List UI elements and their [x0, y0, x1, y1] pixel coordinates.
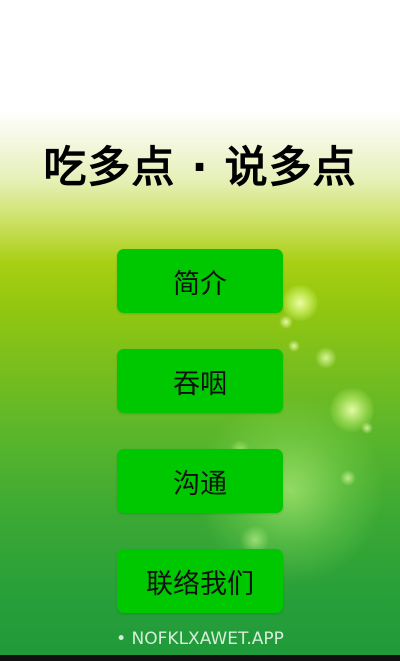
intro-button[interactable]: 简介	[117, 249, 283, 313]
swallowing-button[interactable]: 吞咽	[117, 349, 283, 413]
contact-us-button[interactable]: 联络我们	[117, 549, 283, 613]
bokeh-light	[279, 315, 293, 329]
bokeh-light	[282, 285, 318, 321]
bottom-edge-bar	[0, 655, 400, 661]
bokeh-light	[340, 470, 356, 486]
bokeh-light	[330, 388, 374, 432]
app-screen: 吃多点 · 说多点 简介 吞咽 沟通 联络我们 • NOFKLXAWET.APP	[0, 0, 400, 661]
bokeh-light	[315, 347, 337, 369]
bokeh-light	[361, 422, 373, 434]
bokeh-light	[288, 340, 300, 352]
page-title: 吃多点 · 说多点	[43, 143, 357, 193]
watermark-text: • NOFKLXAWET.APP	[116, 629, 284, 649]
communication-button[interactable]: 沟通	[117, 449, 283, 513]
